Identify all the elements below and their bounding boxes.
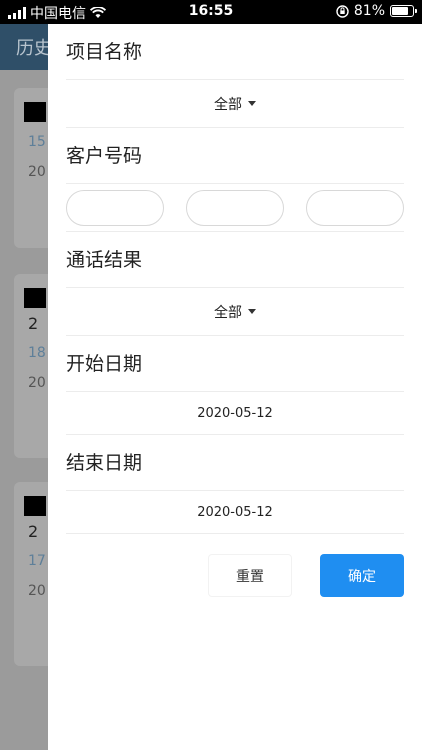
status-right: 81% [336, 3, 417, 19]
project-name-value: 全部 [214, 96, 242, 113]
customer-number-label: 客户号码 [66, 128, 404, 184]
confirm-button[interactable]: 确定 [320, 554, 404, 597]
customer-number-input-2[interactable] [186, 189, 284, 226]
project-name-label: 项目名称 [66, 24, 404, 80]
end-date-value: 2020-05-12 [197, 504, 273, 520]
reset-button[interactable]: 重置 [208, 554, 292, 597]
project-name-select[interactable]: 全部 [66, 80, 404, 128]
call-result-select[interactable]: 全部 [66, 288, 404, 336]
end-date-label: 结束日期 [66, 435, 404, 491]
filter-drawer: 项目名称 全部 客户号码 通话结果 全部 开始日期 2020-05-12 结束日… [48, 24, 422, 750]
call-result-label: 通话结果 [66, 232, 404, 288]
battery-icon [390, 5, 417, 17]
status-bar: 中国电信 16:55 81% [0, 0, 422, 24]
customer-number-inputs [66, 184, 404, 232]
start-date-label: 开始日期 [66, 336, 404, 392]
caret-down-icon [248, 101, 256, 106]
background-title: 历史 [16, 38, 52, 59]
end-date-picker[interactable]: 2020-05-12 [66, 491, 404, 534]
orientation-lock-icon [336, 4, 349, 18]
filter-actions: 重置 确定 [66, 554, 404, 597]
caret-down-icon [248, 309, 256, 314]
battery-percent: 81% [353, 3, 385, 19]
customer-number-input-1[interactable] [66, 189, 164, 226]
start-date-picker[interactable]: 2020-05-12 [66, 392, 404, 435]
customer-number-input-3[interactable] [306, 189, 404, 226]
call-result-value: 全部 [214, 304, 242, 321]
start-date-value: 2020-05-12 [197, 405, 273, 421]
